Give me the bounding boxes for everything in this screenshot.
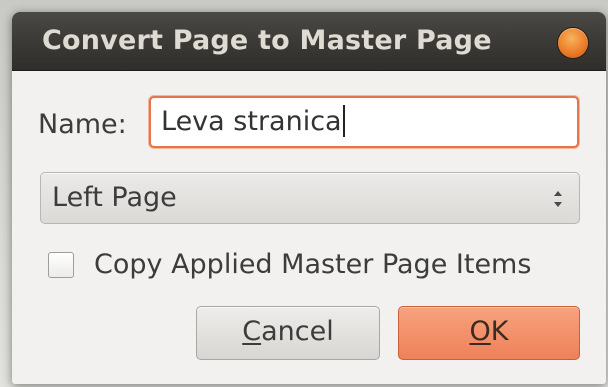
name-input-value: Leva stranica — [161, 106, 342, 137]
copy-items-checkbox[interactable] — [48, 252, 74, 278]
cancel-mnemonic: C — [242, 316, 262, 347]
dialog-titlebar[interactable]: Convert Page to Master Page — [12, 12, 606, 71]
dialog-title: Convert Page to Master Page — [42, 25, 492, 56]
text-caret — [342, 104, 345, 137]
ok-button[interactable]: OK — [398, 306, 580, 360]
name-input[interactable]: Leva stranica — [149, 96, 579, 148]
page-select-value: Left Page — [52, 182, 177, 213]
ok-label-rest: K — [490, 316, 509, 347]
updown-arrows-icon — [554, 191, 562, 207]
cancel-label-rest: ancel — [261, 316, 334, 347]
cancel-button[interactable]: Cancel — [196, 306, 380, 360]
page-select-combobox[interactable]: Left Page — [40, 172, 580, 224]
close-icon[interactable] — [558, 28, 588, 58]
copy-items-label[interactable]: Copy Applied Master Page Items — [94, 248, 531, 282]
ok-mnemonic: O — [469, 316, 491, 347]
convert-page-dialog: Convert Page to Master Page Name: Leva s… — [12, 12, 606, 384]
name-label: Name: — [38, 109, 127, 140]
